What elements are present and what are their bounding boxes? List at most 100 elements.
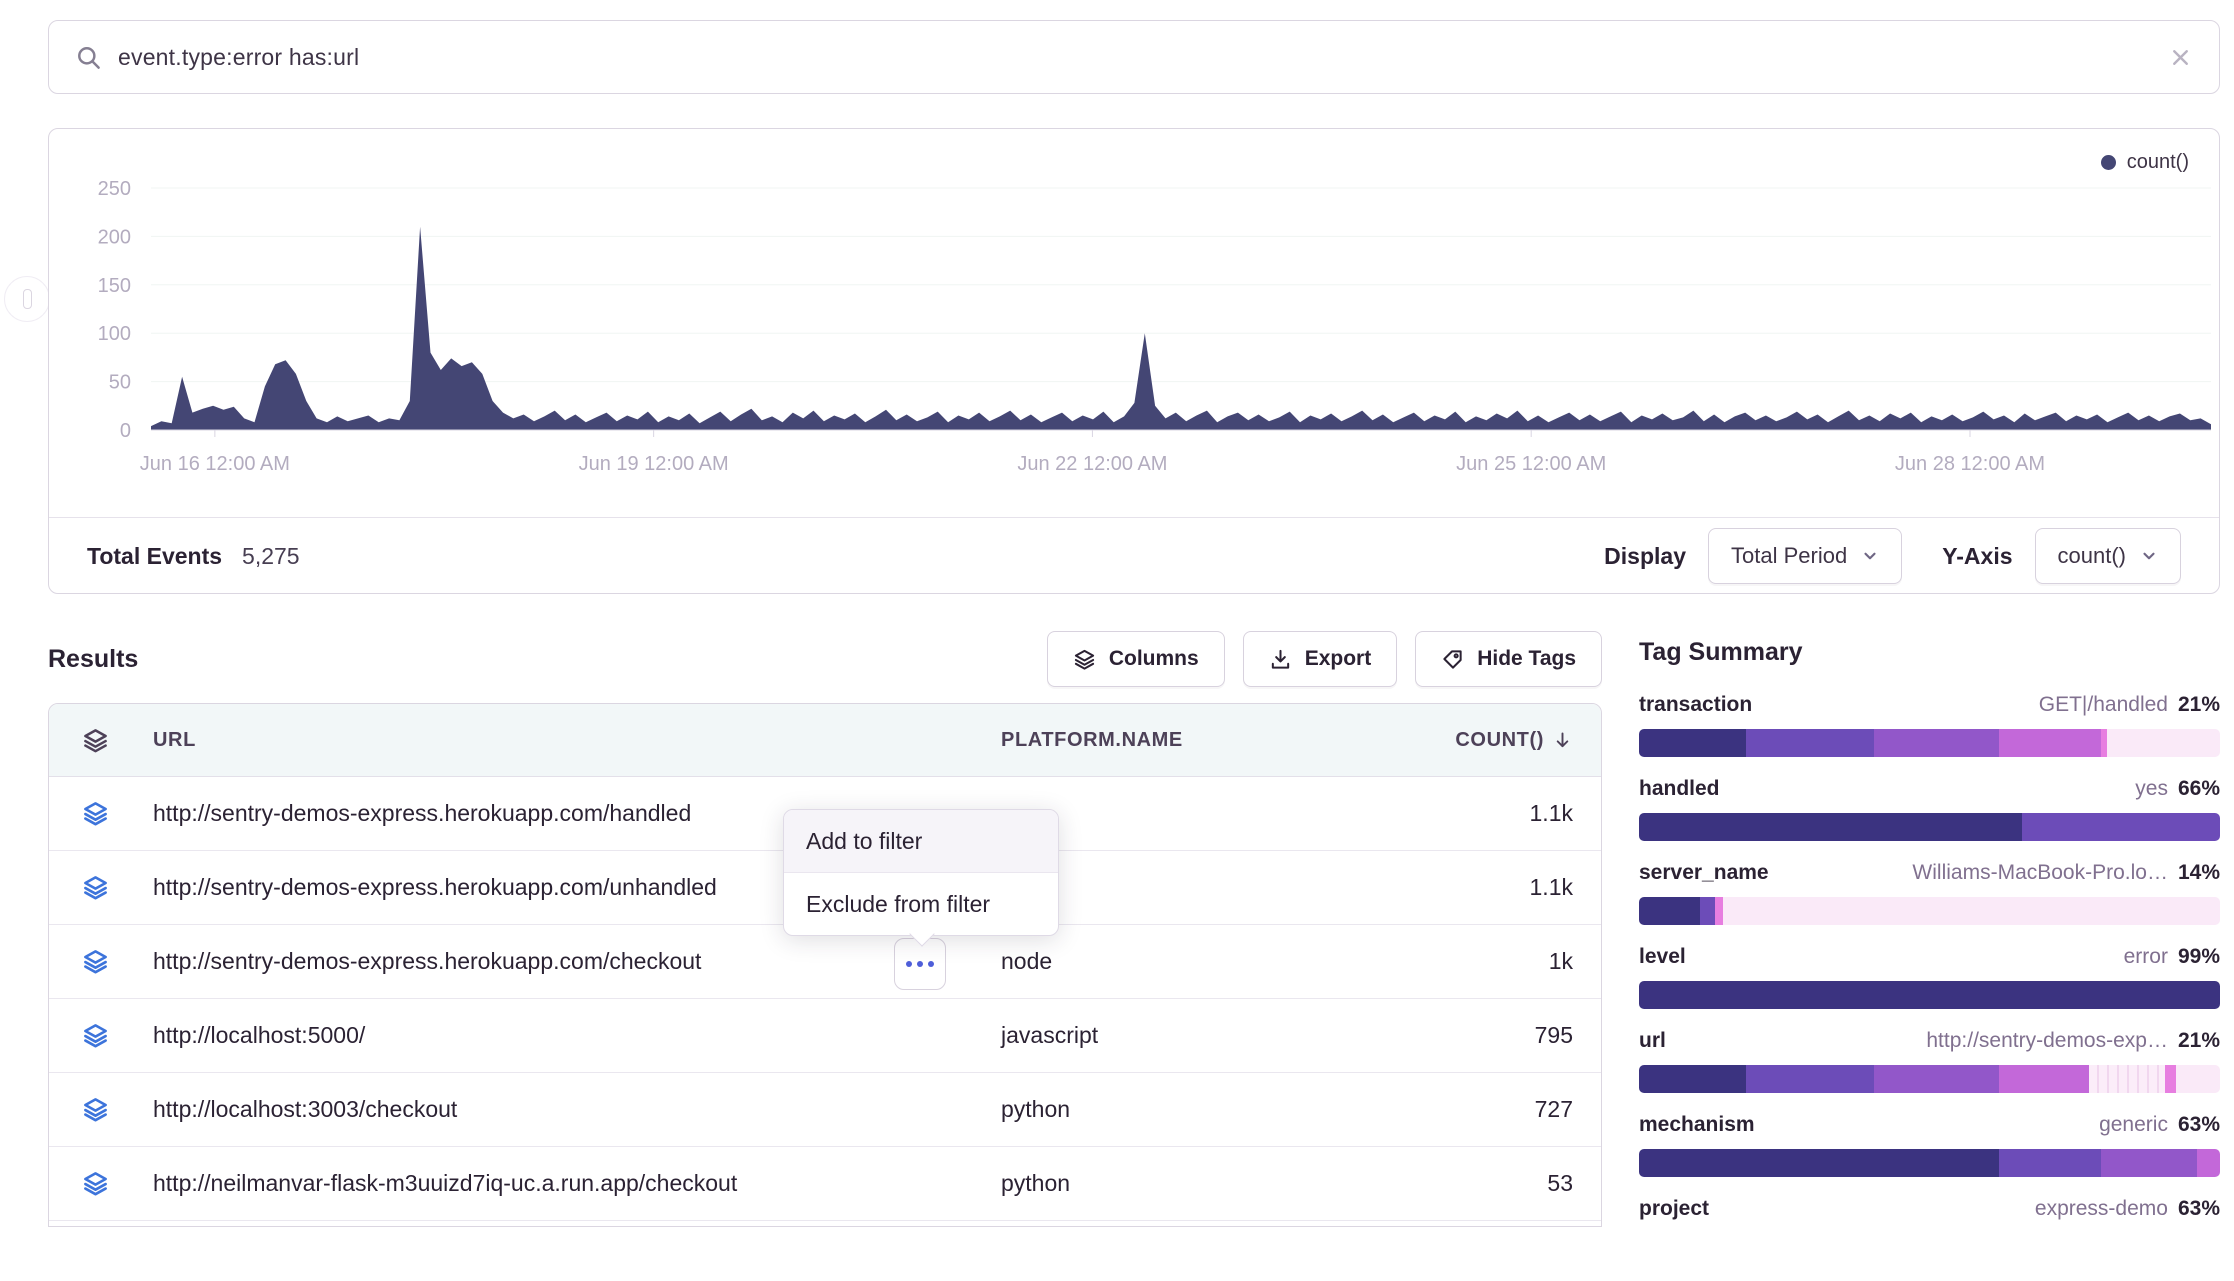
- stack-icon: [82, 1170, 109, 1197]
- row-url[interactable]: http://localhost:3003/checkout: [141, 1096, 1001, 1123]
- tag-bar-segment: [1874, 729, 1999, 757]
- row-count[interactable]: 53: [1291, 1170, 1602, 1197]
- tag-bar-segment: [2022, 813, 2220, 841]
- row-platform[interactable]: node: [1001, 948, 1291, 975]
- table-row[interactable]: http://neilmanvar-flask-m3uuizd7iq-uc.a.…: [49, 1147, 1601, 1221]
- tag-summary-panel: Tag Summary transaction GET|/handled 21%…: [1639, 638, 2220, 1281]
- tag-top-value: GET|/handled: [2039, 693, 2168, 717]
- tag-bar-segment: [1639, 981, 2220, 1009]
- row-url[interactable]: http://neilmanvar-flask-m3uuizd7iq-uc.a.…: [141, 1170, 1001, 1197]
- stack-icon: [82, 1096, 109, 1123]
- row-count[interactable]: 1k: [1291, 948, 1602, 975]
- stack-icon: [82, 1022, 109, 1049]
- stack-icon: [82, 874, 109, 901]
- row-stack-icon-cell: [49, 800, 141, 827]
- chevron-down-icon: [2140, 547, 2158, 565]
- legend-series-label: count(): [2127, 151, 2189, 174]
- cell-actions-button[interactable]: [894, 938, 946, 990]
- tag-top-percent: 21%: [2178, 693, 2220, 717]
- search-icon: [75, 44, 102, 71]
- chart-legend[interactable]: count(): [2101, 151, 2189, 174]
- tag-bar-segment: [1639, 729, 1746, 757]
- search-input[interactable]: event.type:error has:url: [118, 44, 2168, 71]
- row-stack-icon-cell: [49, 1170, 141, 1197]
- column-header-count[interactable]: COUNT(): [1291, 729, 1602, 752]
- svg-text:0: 0: [120, 420, 131, 442]
- sort-desc-icon: [1552, 730, 1573, 751]
- stack-icon: [82, 948, 109, 975]
- svg-text:250: 250: [98, 178, 131, 200]
- stack-icon: [82, 800, 109, 827]
- yaxis-select-value: count(): [2058, 543, 2126, 569]
- export-button-label: Export: [1305, 647, 1372, 671]
- tag-distribution-bar[interactable]: [1639, 729, 2220, 757]
- tag-distribution-bar[interactable]: [1639, 1149, 2220, 1177]
- stack-icon: [82, 727, 109, 754]
- tag-summary-heading: Tag Summary: [1639, 638, 2220, 667]
- column-header-platform[interactable]: PLATFORM.NAME: [1001, 729, 1291, 752]
- tag-name: level: [1639, 945, 1686, 969]
- results-table: URL PLATFORM.NAME COUNT() http://sentry-…: [48, 703, 1602, 1227]
- columns-button[interactable]: Columns: [1047, 631, 1225, 687]
- tag-distribution-bar[interactable]: [1639, 813, 2220, 841]
- row-count[interactable]: 1.1k: [1291, 800, 1602, 827]
- tag-bar-segment: [1715, 897, 1724, 925]
- tag-bar-segment: [1746, 729, 1874, 757]
- tag-name: url: [1639, 1029, 1666, 1053]
- row-platform[interactable]: python: [1001, 1096, 1291, 1123]
- stack-icon: [1073, 648, 1096, 671]
- tag-summary-list: transaction GET|/handled 21% handled yes…: [1639, 693, 2220, 1261]
- svg-text:Jun 19 12:00 AM: Jun 19 12:00 AM: [579, 453, 729, 475]
- header-stack-icon-cell[interactable]: [49, 727, 141, 754]
- row-platform[interactable]: python: [1001, 1170, 1291, 1197]
- tag-distribution-bar[interactable]: [1639, 1233, 2220, 1261]
- tag-distribution-bar[interactable]: [1639, 981, 2220, 1009]
- svg-text:Jun 16 12:00 AM: Jun 16 12:00 AM: [140, 453, 290, 475]
- clear-search-icon[interactable]: [2168, 45, 2193, 70]
- tag-top-percent: 63%: [2178, 1113, 2220, 1137]
- tag-bar-segment: [1723, 897, 2220, 925]
- tag-bar-segment: [2165, 1065, 2177, 1093]
- svg-text:200: 200: [98, 226, 131, 248]
- tag-top-percent: 63%: [2178, 1197, 2220, 1221]
- row-url[interactable]: http://localhost:5000/: [141, 1022, 1001, 1049]
- chart-footer: Total Events 5,275 Display Total Period …: [49, 517, 2219, 594]
- row-count[interactable]: 727: [1291, 1096, 1602, 1123]
- tag-top-value: Williams-MacBook-Pro.lo…: [1912, 861, 2168, 885]
- tag-bar-segment: [1874, 1065, 1999, 1093]
- table-row[interactable]: http://sentry-demos-express.herokuapp.co…: [49, 925, 1601, 999]
- total-events-value: 5,275: [242, 543, 300, 570]
- tag-item: handled yes 66%: [1639, 777, 2220, 841]
- ellipsis-icon: [906, 961, 912, 967]
- display-label: Display: [1604, 543, 1686, 570]
- row-count[interactable]: 795: [1291, 1022, 1602, 1049]
- svg-text:50: 50: [109, 372, 131, 394]
- tag-top-percent: 14%: [2178, 861, 2220, 885]
- tag-distribution-bar[interactable]: [1639, 897, 2220, 925]
- sidebar-collapse-handle[interactable]: [4, 276, 50, 322]
- table-row[interactable]: http://localhost:5000/ javascript 795: [49, 999, 1601, 1073]
- tag-name: project: [1639, 1197, 1709, 1221]
- events-chart: 050100150200250Jun 16 12:00 AMJun 19 12:…: [49, 129, 2219, 515]
- menu-item-add-to-filter[interactable]: Add to filter: [784, 810, 1058, 872]
- tag-top-percent: 66%: [2178, 777, 2220, 801]
- tag-item: transaction GET|/handled 21%: [1639, 693, 2220, 757]
- row-count[interactable]: 1.1k: [1291, 874, 1602, 901]
- svg-text:Jun 25 12:00 AM: Jun 25 12:00 AM: [1456, 453, 1606, 475]
- column-header-url[interactable]: URL: [141, 729, 1001, 752]
- tag-distribution-bar[interactable]: [1639, 1065, 2220, 1093]
- export-button[interactable]: Export: [1243, 631, 1398, 687]
- table-row[interactable]: http://localhost:3003/checkout python 72…: [49, 1073, 1601, 1147]
- search-bar[interactable]: event.type:error has:url: [48, 20, 2220, 94]
- yaxis-select[interactable]: count(): [2035, 528, 2181, 584]
- column-header-count-label: COUNT(): [1455, 729, 1544, 752]
- row-platform[interactable]: javascript: [1001, 1022, 1291, 1049]
- svg-text:Jun 28 12:00 AM: Jun 28 12:00 AM: [1895, 453, 2045, 475]
- tag-name: handled: [1639, 777, 1720, 801]
- row-url[interactable]: http://sentry-demos-express.herokuapp.co…: [141, 948, 1001, 975]
- display-select[interactable]: Total Period: [1708, 528, 1902, 584]
- row-stack-icon-cell: [49, 874, 141, 901]
- hide-tags-button[interactable]: Hide Tags: [1415, 631, 1602, 687]
- tag-bar-segment: [1700, 897, 1715, 925]
- total-events-label: Total Events: [87, 543, 222, 570]
